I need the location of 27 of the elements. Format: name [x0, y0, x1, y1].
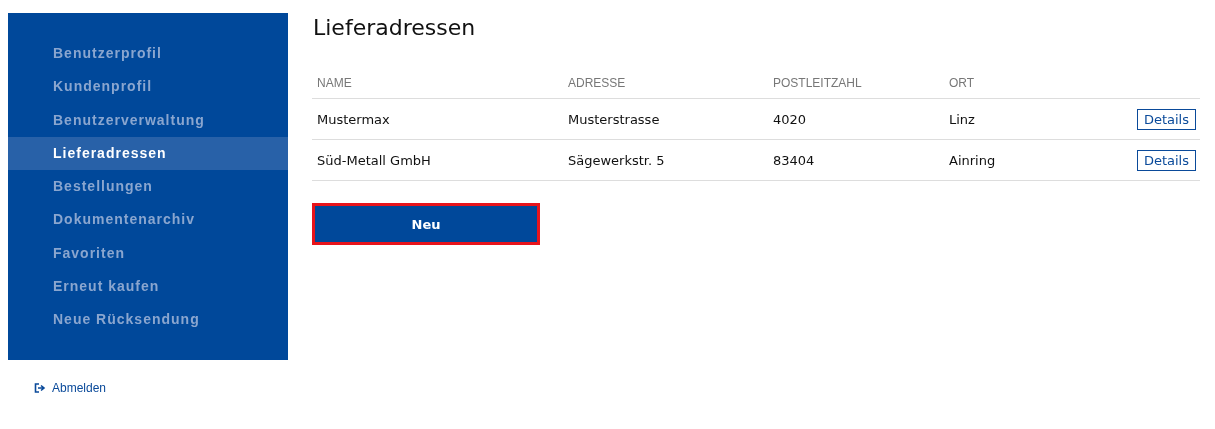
sidebar-item[interactable]: Favoriten	[8, 236, 288, 271]
logout-link[interactable]: Abmelden	[34, 381, 107, 395]
sidebar-item[interactable]: Neue Rücksendung	[8, 303, 288, 337]
table-cell: 4020	[773, 111, 807, 127]
details-button[interactable]: Details	[1136, 149, 1196, 171]
sidebar-item[interactable]: Kundenprofil	[8, 70, 288, 104]
new-button[interactable]: Neu	[315, 206, 537, 242]
sidebar-item[interactable]: Bestellungen	[8, 170, 288, 204]
sidebar-item[interactable]: Lieferadressen	[8, 136, 288, 171]
column-header: POSTLEITZAHL	[768, 76, 944, 99]
table-cell: Sägewerkstr. 5	[568, 152, 665, 168]
table-cell: Mustermax	[317, 111, 390, 127]
table-cell: Musterstrasse	[568, 111, 660, 127]
page-title: Lieferadressen	[313, 15, 477, 40]
table-cell: 83404	[773, 152, 815, 168]
table-cell: Linz	[949, 111, 975, 127]
column-header: ORT	[944, 76, 1060, 99]
logout-icon	[34, 383, 46, 393]
table-cell: Ainring	[949, 152, 996, 168]
details-button[interactable]: Details	[1136, 108, 1196, 130]
column-header: ADRESSE	[563, 76, 768, 99]
sidebar-item[interactable]: Benutzerprofil	[8, 37, 288, 71]
table-cell: Süd-Metall GmbH	[317, 152, 431, 168]
sidebar-item[interactable]: Erneut kaufen	[8, 270, 288, 304]
column-header: NAME	[312, 76, 563, 99]
sidebar-item[interactable]: Dokumentenarchiv	[8, 203, 288, 237]
sidebar-item[interactable]: Benutzerverwaltung	[8, 103, 288, 137]
